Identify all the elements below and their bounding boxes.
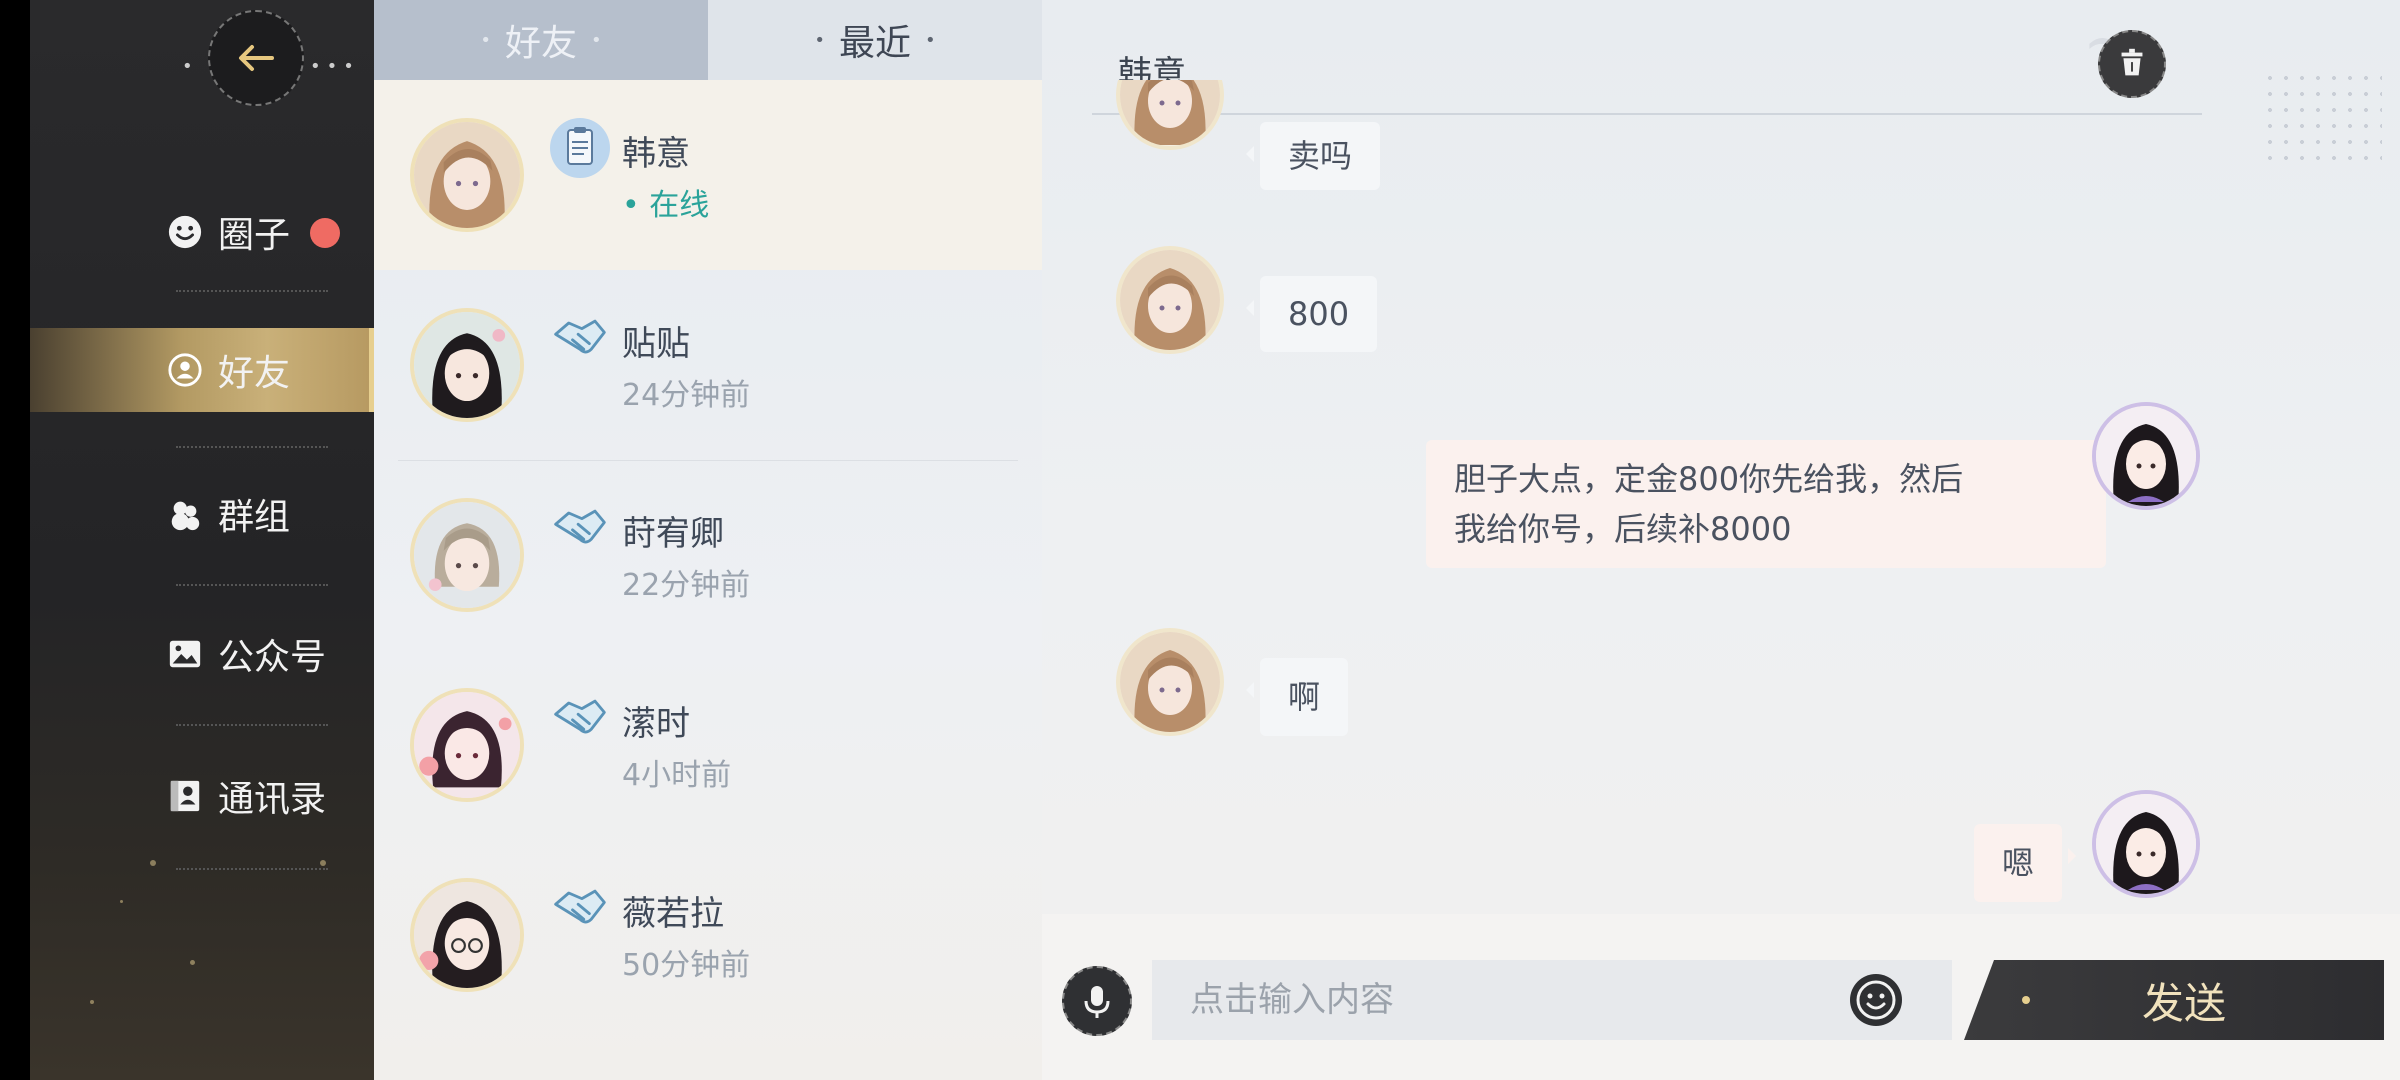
friend-row[interactable]: 莳宥卿 22分钟前 bbox=[374, 460, 1042, 650]
back-dots-right: ••• bbox=[310, 56, 360, 77]
nav-item-groups[interactable]: 群组 bbox=[30, 472, 374, 556]
friend-name: 莳宥卿 bbox=[622, 514, 724, 554]
friend-row[interactable]: 潆时 4小时前 bbox=[374, 650, 1042, 840]
nav-item-label: 好友 bbox=[218, 353, 291, 394]
friend-row[interactable]: 薇若拉 50分钟前 bbox=[374, 840, 1042, 1030]
message-text: 啊 bbox=[1288, 678, 1321, 716]
message-text: 嗯 bbox=[2002, 844, 2035, 882]
my-avatar bbox=[2092, 790, 2200, 898]
nav-divider bbox=[176, 290, 328, 292]
nav-divider bbox=[176, 868, 328, 870]
friend-name: 潆时 bbox=[622, 704, 690, 744]
nav-item-label: 通讯录 bbox=[218, 779, 327, 820]
dot-grid-decor bbox=[2262, 70, 2382, 170]
contacts-icon bbox=[166, 777, 204, 815]
friend-name: 贴贴 bbox=[622, 324, 690, 364]
avatar bbox=[410, 878, 524, 992]
smiley-icon bbox=[166, 213, 204, 251]
group-icon bbox=[166, 495, 204, 533]
tab-label: 最近 bbox=[838, 23, 911, 64]
sparkle-decor bbox=[190, 960, 195, 965]
message-bubble-received[interactable]: 啊 bbox=[1245, 658, 1349, 736]
message-bubble-received[interactable]: 卖吗 bbox=[1245, 122, 1381, 190]
nav-divider bbox=[176, 446, 328, 448]
sparkle-decor bbox=[120, 900, 123, 903]
friend-row[interactable]: 韩意 • 在线 bbox=[374, 80, 1042, 270]
tab-recent[interactable]: • 最近 • bbox=[708, 0, 1042, 80]
send-label: 发送 bbox=[2141, 978, 2226, 1028]
sparkle-decor bbox=[320, 860, 326, 866]
message-bubble-sent[interactable]: 胆子大点，定金800你先给我，然后 我给你号，后续补8000 bbox=[1426, 440, 2120, 568]
chat-header-divider bbox=[1092, 113, 2202, 115]
avatar bbox=[410, 688, 524, 802]
nav-item-official-accounts[interactable]: 公众号 bbox=[30, 612, 374, 696]
message-bubble-sent[interactable]: 嗯 bbox=[1974, 824, 2077, 902]
avatar bbox=[410, 118, 524, 232]
tab-label: 好友 bbox=[504, 23, 577, 64]
friend-icon bbox=[166, 351, 204, 389]
nav-item-label: 圈子 bbox=[218, 215, 291, 256]
contact-avatar bbox=[1116, 628, 1224, 736]
friend-row[interactable]: 贴贴 24分钟前 bbox=[374, 270, 1042, 460]
side-nav: • ••• 圈子 好友 群组 公众号 通讯录 bbox=[30, 0, 374, 1080]
notes-icon bbox=[548, 116, 612, 180]
nav-item-contacts[interactable]: 通讯录 bbox=[30, 754, 374, 838]
clear-chat-button[interactable] bbox=[2098, 30, 2166, 98]
send-dot-decor bbox=[2022, 996, 2030, 1004]
nav-item-label: 群组 bbox=[218, 497, 291, 538]
friend-status: 50分钟前 bbox=[622, 948, 751, 983]
nav-item-friends[interactable]: 好友 bbox=[30, 328, 374, 412]
emoji-icon bbox=[1850, 974, 1902, 1026]
friend-name: 薇若拉 bbox=[622, 894, 724, 934]
friend-status: 24分钟前 bbox=[622, 378, 751, 413]
input-bar: 发送 bbox=[1042, 914, 2400, 1080]
message-input[interactable] bbox=[1152, 960, 1952, 1040]
friend-status: • 在线 bbox=[622, 188, 710, 223]
nav-divider bbox=[176, 584, 328, 586]
send-button[interactable]: 发送 bbox=[1964, 960, 2384, 1040]
sparkle-decor bbox=[150, 860, 156, 866]
friend-name: 韩意 bbox=[622, 134, 690, 174]
contact-avatar bbox=[1116, 246, 1224, 354]
avatar bbox=[410, 308, 524, 422]
friend-status-text: 在线 bbox=[649, 188, 710, 223]
handshake-icon bbox=[548, 686, 612, 750]
voice-button[interactable] bbox=[1062, 966, 1132, 1036]
friend-status: 22分钟前 bbox=[622, 568, 751, 603]
sparkle-decor bbox=[90, 1000, 94, 1004]
back-dots-left: • bbox=[182, 56, 199, 77]
handshake-icon bbox=[548, 876, 612, 940]
message-text: 卖吗 bbox=[1288, 137, 1353, 175]
nav-item-label: 公众号 bbox=[218, 637, 327, 678]
emoji-button[interactable] bbox=[1848, 972, 1904, 1028]
friend-list-panel: • 好友 • • 最近 • 韩意 • 在线 贴贴 24分钟前 莳宥卿 22分钟前… bbox=[374, 0, 1042, 1080]
message-text-line: 胆子大点，定金800你先给我，然后 bbox=[1454, 460, 1964, 498]
microphone-icon bbox=[1084, 986, 1110, 1018]
chat-panel: ~ 韩意 卖吗 800 胆子大点，定金800你先给我，然后 我给你号，后续补80… bbox=[1042, 0, 2400, 1080]
friend-status: 4小时前 bbox=[622, 758, 732, 793]
message-text: 800 bbox=[1288, 295, 1350, 333]
list-tabs: • 好友 • • 最近 • bbox=[374, 0, 1042, 80]
avatar bbox=[410, 498, 524, 612]
handshake-icon bbox=[548, 306, 612, 370]
nav-divider bbox=[176, 724, 328, 726]
my-avatar bbox=[2092, 402, 2200, 510]
back-button[interactable] bbox=[208, 10, 304, 106]
notification-badge bbox=[310, 218, 340, 248]
app-screen: • ••• 圈子 好友 群组 公众号 通讯录 • 好友 • • 最近 • 韩意 … bbox=[0, 0, 2400, 1080]
tab-friends[interactable]: • 好友 • bbox=[374, 0, 708, 80]
handshake-icon bbox=[548, 496, 612, 560]
message-text-line: 我给你号，后续补8000 bbox=[1454, 510, 1792, 548]
back-arrow-icon bbox=[239, 45, 274, 71]
trash-icon bbox=[2121, 48, 2143, 76]
message-bubble-received[interactable]: 800 bbox=[1245, 276, 1378, 352]
picture-icon bbox=[166, 635, 204, 673]
